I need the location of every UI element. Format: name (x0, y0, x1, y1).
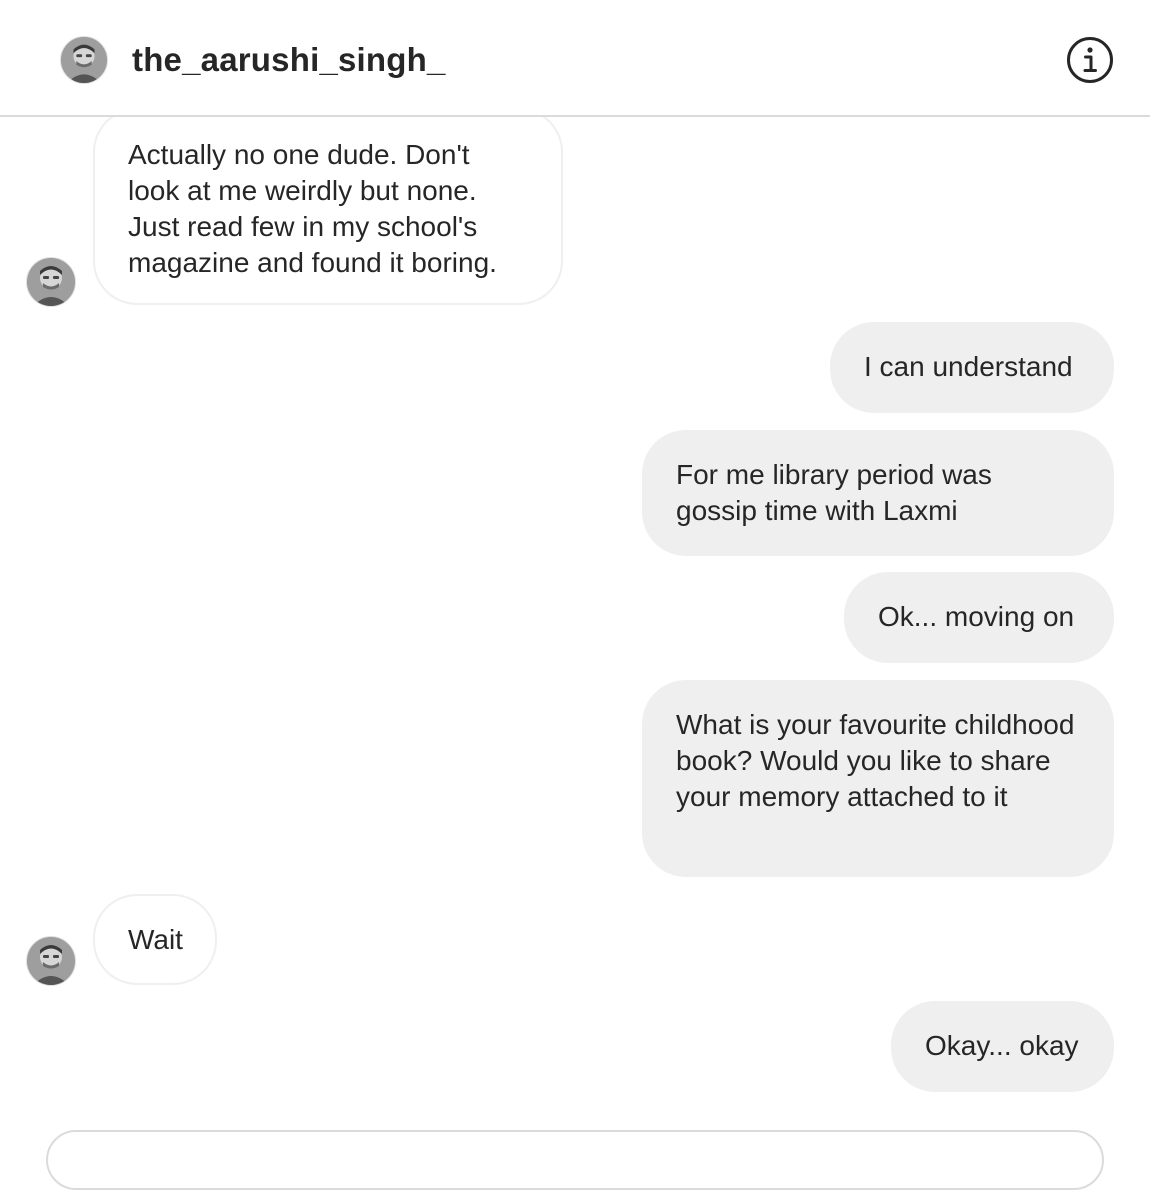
message-bubble-outgoing[interactable]: I can understand (830, 322, 1114, 413)
message-bubble-outgoing[interactable]: Okay... okay (891, 1001, 1114, 1092)
message-text: Actually no one dude. Don't look at me w… (128, 139, 497, 278)
info-icon[interactable] (1066, 36, 1114, 84)
message-bubble-incoming[interactable]: Actually no one dude. Don't look at me w… (93, 108, 563, 305)
message-bubble-outgoing[interactable]: What is your favourite childhood book? W… (642, 680, 1114, 877)
chat-username[interactable]: the_aarushi_singh_ (132, 40, 446, 80)
sender-avatar[interactable] (26, 936, 76, 986)
avatar-image (61, 37, 107, 83)
message-bubble-outgoing[interactable]: Ok... moving on (844, 572, 1114, 663)
message-text: Ok... moving on (878, 601, 1075, 632)
message-bubble-outgoing[interactable]: For me library period was gossip time wi… (642, 430, 1114, 556)
message-bubble-incoming[interactable]: Wait (93, 894, 217, 985)
sender-avatar[interactable] (26, 257, 76, 307)
message-text: Okay... okay (925, 1030, 1079, 1061)
profile-avatar[interactable] (60, 36, 108, 84)
message-text: For me library period was gossip time wi… (676, 459, 992, 526)
message-text: I can understand (864, 351, 1073, 382)
message-thread: Actually no one dude. Don't look at me w… (0, 108, 1150, 1137)
message-text: Wait (128, 924, 183, 955)
message-composer[interactable] (46, 1130, 1104, 1190)
chat-header: the_aarushi_singh_ (0, 0, 1150, 117)
message-text: What is your favourite childhood book? W… (676, 709, 1075, 812)
